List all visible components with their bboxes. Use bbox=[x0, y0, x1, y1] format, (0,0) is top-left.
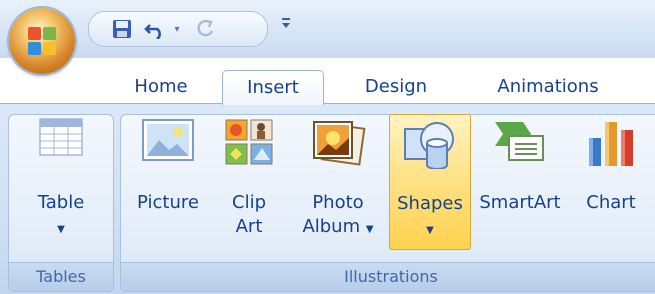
customize-qat-icon[interactable] bbox=[280, 12, 292, 34]
shapes-label: Shapes bbox=[397, 193, 463, 214]
chart-label: Chart bbox=[586, 192, 636, 213]
redo-icon[interactable] bbox=[193, 18, 219, 40]
table-label: Table bbox=[37, 192, 85, 213]
table-button[interactable]: Table ▼ bbox=[24, 118, 98, 248]
undo-icon[interactable] bbox=[143, 18, 169, 40]
shapes-icon bbox=[404, 122, 454, 169]
tab-home[interactable]: Home bbox=[120, 70, 202, 104]
photo-album-label-line1: Photo bbox=[312, 192, 364, 213]
photo-album-label-line2: Album ▼ bbox=[302, 216, 374, 237]
tab-animations[interactable]: Animations bbox=[478, 70, 618, 104]
photo-album-icon bbox=[313, 121, 366, 166]
picture-button[interactable]: Picture bbox=[132, 118, 204, 248]
chart-button[interactable]: Chart bbox=[576, 118, 646, 248]
smartart-icon bbox=[495, 122, 544, 161]
smartart-label: SmartArt bbox=[479, 192, 561, 213]
shapes-button[interactable]: Shapes ▼ bbox=[389, 114, 471, 250]
quick-access-toolbar: ▾ bbox=[88, 11, 268, 47]
smartart-button[interactable]: SmartArt bbox=[474, 118, 566, 248]
picture-icon bbox=[142, 119, 194, 161]
office-button[interactable] bbox=[9, 8, 75, 74]
undo-dropdown-icon[interactable]: ▾ bbox=[171, 18, 183, 40]
tab-insert[interactable]: Insert bbox=[222, 70, 324, 105]
clip-art-icon bbox=[225, 119, 273, 165]
table-dropdown-icon: ▼ bbox=[57, 224, 65, 235]
save-icon[interactable] bbox=[111, 18, 133, 40]
clip-art-label-line1: Clip bbox=[232, 192, 266, 213]
tables-group-label: Tables bbox=[9, 262, 113, 291]
illustrations-group-label: Illustrations bbox=[121, 262, 655, 291]
chart-icon bbox=[589, 122, 633, 166]
shapes-dropdown-icon: ▼ bbox=[426, 225, 434, 236]
picture-label: Picture bbox=[137, 192, 199, 213]
photo-album-button[interactable]: Photo Album ▼ bbox=[296, 118, 380, 248]
tab-design[interactable]: Design bbox=[346, 70, 446, 104]
table-icon bbox=[39, 118, 83, 156]
office-logo-icon bbox=[28, 27, 56, 55]
clip-art-button[interactable]: Clip Art bbox=[216, 118, 282, 248]
clip-art-label-line2: Art bbox=[235, 216, 263, 237]
